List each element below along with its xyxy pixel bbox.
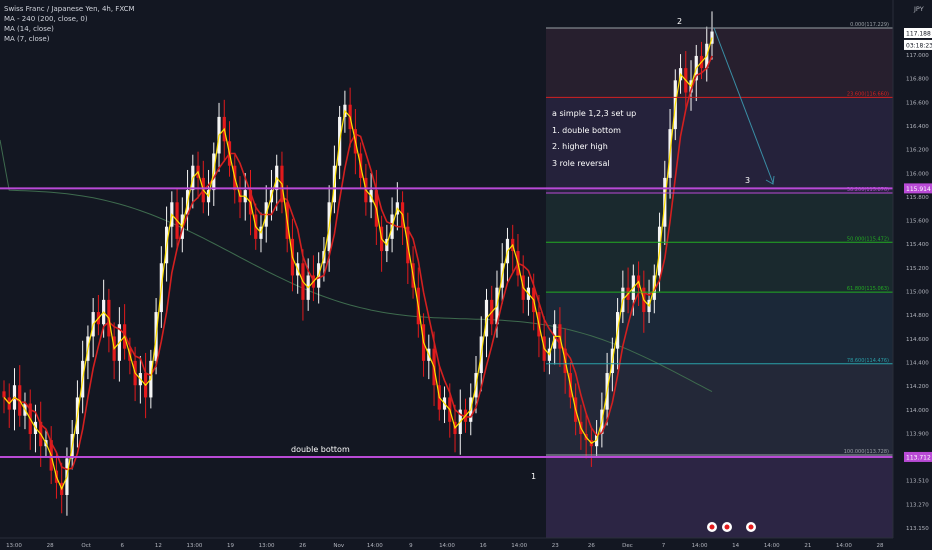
x-tick-label: 9 <box>409 543 413 549</box>
y-tick-label: 116.800 <box>906 77 929 83</box>
x-tick-label: 14:00 <box>367 543 383 549</box>
y-tick-label: 114.800 <box>906 313 929 319</box>
legend-indicator-ma14: MA (14, close) <box>4 25 54 33</box>
x-tick-label: 14:00 <box>511 543 527 549</box>
x-tick-label: 12 <box>155 543 162 549</box>
point-3-label: 3 <box>745 176 750 185</box>
double-bottom-label: double bottom <box>291 445 350 454</box>
x-tick-label: 16 <box>480 543 487 549</box>
y-tick-label: 116.600 <box>906 100 929 106</box>
note-3: 3 role reversal <box>552 159 610 168</box>
fib-level-label: 61.800(115.063) <box>847 286 889 292</box>
y-tick-label: 114.200 <box>906 384 929 390</box>
x-tick-label: 26 <box>588 543 595 549</box>
note-1: 1. double bottom <box>552 126 621 135</box>
y-tick-label: 116.400 <box>906 124 929 130</box>
price-badge-label: 115.914 <box>906 186 931 193</box>
y-tick-label: 115.000 <box>906 290 929 296</box>
fib-level-label: 50.000(115.472) <box>847 236 889 242</box>
y-tick-label: 115.800 <box>906 195 929 201</box>
price-chart[interactable]: 0.000(117.229) 23.600(116.660) 38.200(115.… <box>0 0 932 550</box>
y-tick-label: 114.600 <box>906 337 929 343</box>
legend-indicator-ma240: MA - 240 (200, close, 0) <box>4 15 88 23</box>
x-tick-label: 26 <box>299 543 306 549</box>
fib-level-label: 23.600(116.660) <box>847 91 889 97</box>
x-tick-label: 23 <box>552 543 559 549</box>
x-tick-label: 28 <box>877 543 884 549</box>
y-tick-label: 113.150 <box>906 526 929 532</box>
y-tick-label: 114.400 <box>906 360 929 366</box>
x-tick-label: 14 <box>732 543 739 549</box>
fib-level-label: 38.200(115.876) <box>847 187 889 193</box>
y-tick-label: 113.270 <box>906 502 929 508</box>
x-tick-label: 7 <box>662 543 666 549</box>
y-tick-label: 117.000 <box>906 53 929 59</box>
currency-label: JPY <box>913 5 924 13</box>
x-tick-label: 6 <box>121 543 125 549</box>
candle-body <box>2 391 6 398</box>
note-2: 2. higher high <box>552 142 608 151</box>
y-tick-label: 113.900 <box>906 431 929 437</box>
fib-band <box>546 455 893 538</box>
point-2-label: 2 <box>677 17 682 26</box>
y-tick-label: 116.000 <box>906 171 929 177</box>
fib-band <box>546 292 893 364</box>
y-tick-label: 113.510 <box>906 479 929 485</box>
x-tick-label: 19 <box>227 543 234 549</box>
x-tick-label: 21 <box>804 543 811 549</box>
fib-band <box>546 28 893 98</box>
x-tick-label: 13:00 <box>259 543 275 549</box>
x-tick-label: 13:00 <box>186 543 202 549</box>
x-tick-label: 13:00 <box>6 543 22 549</box>
x-tick-label: 14:00 <box>439 543 455 549</box>
fib-level-label: 78.600(114.476) <box>847 358 889 364</box>
x-tick-label: Oct <box>81 543 91 549</box>
x-tick-label: 14:00 <box>836 543 852 549</box>
price-badge-label: 117.188 <box>906 31 931 38</box>
price-badge-label: 113.712 <box>906 454 931 461</box>
x-tick-label: Nov <box>333 543 344 549</box>
y-tick-label: 115.200 <box>906 266 929 272</box>
fib-band <box>546 193 893 243</box>
legend-symbol-title: Swiss Franc / Japanese Yen, 4h, FXCM <box>4 5 135 13</box>
point-1-label: 1 <box>531 472 536 481</box>
note-title: a simple 1,2,3 set up <box>552 109 636 118</box>
x-tick-label: 14:00 <box>764 543 780 549</box>
y-tick-label: 114.000 <box>906 408 929 414</box>
legend-indicator-ma7: MA (7, close) <box>4 35 50 43</box>
y-tick-label: 115.400 <box>906 242 929 248</box>
fib-level-label: 100.000(113.728) <box>844 449 889 455</box>
x-tick-label: Dec <box>622 543 633 549</box>
fib-level-label: 0.000(117.229) <box>850 22 889 28</box>
fib-band <box>546 242 893 293</box>
y-tick-label: 115.600 <box>906 219 929 225</box>
x-tick-label: 14:00 <box>692 543 708 549</box>
x-tick-label: 28 <box>47 543 54 549</box>
price-badge-label: 03:18:23 <box>906 42 932 49</box>
y-tick-label: 116.200 <box>906 148 929 154</box>
